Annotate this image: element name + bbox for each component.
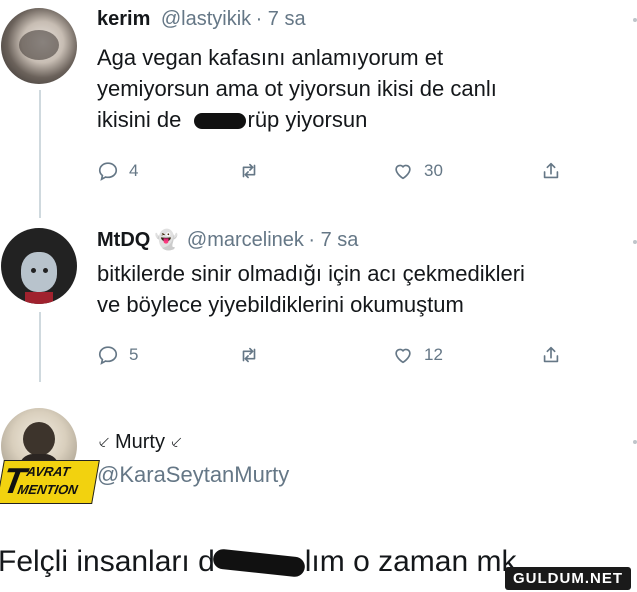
badge-line: MENTION <box>16 482 79 497</box>
watermark: GULDUM.NET <box>505 567 631 590</box>
author-name[interactable]: MtDQ <box>97 229 150 251</box>
share-icon <box>543 346 559 363</box>
tweet-line: ve böylece yiyebildiklerini okumuştum <box>97 292 464 317</box>
name-decoration: ⸔ <box>169 432 183 452</box>
share-button[interactable] <box>540 160 562 182</box>
name-decoration: ⸔ <box>97 432 111 452</box>
tweet-line-part: rüp yiyorsun <box>247 107 368 132</box>
more-icon[interactable] <box>633 240 637 244</box>
tweet-line: yemiyorsun ama ot yiyorsun ikisi de canl… <box>97 76 497 101</box>
tweet-line: bitkilerde sinir olmadığı için acı çekme… <box>97 261 525 286</box>
tweet-text: bitkilerde sinir olmadığı için acı çekme… <box>97 258 637 320</box>
author-name[interactable]: kerim <box>97 8 150 30</box>
tweet-time[interactable]: · 7 sa <box>256 8 306 30</box>
more-icon[interactable] <box>633 440 637 444</box>
author-name[interactable]: Murty <box>115 431 165 453</box>
thread-line <box>39 312 41 382</box>
thread-line <box>39 90 41 218</box>
share-button[interactable] <box>540 344 562 366</box>
heart-icon <box>395 164 411 180</box>
reply-text: Felçli insanları d lım o zaman mk <box>0 545 516 579</box>
tweet-text: Aga vegan kafasını anlamıyorum et yemiyo… <box>97 42 617 135</box>
reply-text-part: lım o zaman mk <box>304 545 517 578</box>
like-button[interactable]: 30 <box>392 160 443 182</box>
like-count: 12 <box>424 345 443 364</box>
ghost-emoji: 👻 <box>154 230 179 251</box>
tweet-line: ikisini de rüp yiyorsun <box>97 104 617 135</box>
retweet-button[interactable] <box>238 344 260 366</box>
avatar[interactable] <box>1 228 77 304</box>
share-icon <box>543 162 559 179</box>
reply-icon <box>98 346 118 365</box>
more-icon[interactable] <box>633 18 637 22</box>
censor-scribble <box>193 113 246 130</box>
like-count: 30 <box>424 161 443 180</box>
retweet-icon <box>242 163 256 179</box>
reply-icon <box>98 162 118 181</box>
reply-button[interactable]: 5 <box>97 344 138 366</box>
tweet-time[interactable]: · 7 sa <box>308 229 358 251</box>
reply-count: 5 <box>129 345 139 364</box>
like-button[interactable]: 12 <box>392 344 443 366</box>
heart-icon <box>395 348 411 364</box>
reply-text-part: Felçli insanları d <box>0 545 215 578</box>
tweet-line-part: ikisini de <box>97 107 182 132</box>
author-handle[interactable]: @lastyikik <box>161 8 251 30</box>
censor-scribble <box>211 548 306 578</box>
reply-count: 4 <box>129 161 139 180</box>
avrat-mention-badge: T AVRAT MENTION <box>0 460 100 504</box>
tweet-line: Aga vegan kafasını anlamıyorum et <box>97 45 444 70</box>
author-handle[interactable]: @KaraSeytanMurty <box>97 462 289 488</box>
author-handle[interactable]: @marcelinek <box>187 229 304 251</box>
reply-button[interactable]: 4 <box>97 160 138 182</box>
avatar[interactable] <box>1 8 77 84</box>
retweet-button[interactable] <box>238 160 260 182</box>
retweet-icon <box>242 347 256 363</box>
badge-line: AVRAT <box>25 464 72 479</box>
